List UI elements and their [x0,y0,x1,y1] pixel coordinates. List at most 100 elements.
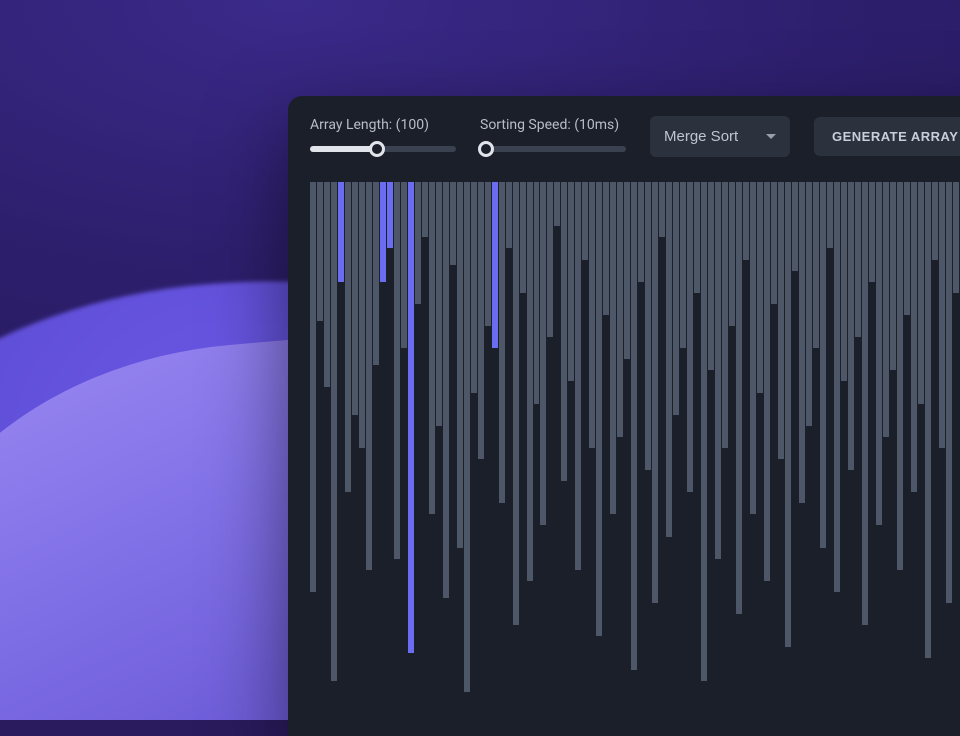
slider-thumb[interactable] [478,141,494,157]
array-bar [869,182,875,282]
array-bar [359,182,365,448]
array-bar [750,182,756,514]
algorithm-select[interactable]: Merge Sort [650,116,790,157]
array-bar [436,182,442,426]
array-bar [631,182,637,670]
array-bar [373,182,379,365]
array-bar [701,182,707,681]
array-bar [715,182,721,559]
array-bar [310,182,316,592]
array-bar [492,182,498,348]
array-length-slider[interactable] [310,141,456,157]
array-bar [422,182,428,237]
sorting-speed-label-suffix: ) [614,117,619,133]
array-bar [506,182,512,248]
array-bar [331,182,337,681]
array-bar [568,182,574,381]
array-bar [408,182,414,653]
array-bar [897,182,903,570]
array-bar [345,182,351,492]
array-bar [464,182,470,692]
array-bar [659,182,665,237]
generate-array-button[interactable]: GENERATE ARRAY [814,117,960,156]
sorting-speed-value: 10ms [579,117,614,133]
array-bar [387,182,393,248]
array-bar [380,182,386,282]
array-bar [946,182,952,603]
toolbar: Array Length: (100) Sorting Speed: (10ms… [288,96,960,171]
array-bar [771,182,777,304]
array-length-control: Array Length: (100) [310,117,456,157]
chevron-down-icon [766,134,776,139]
array-bar [890,182,896,370]
slider-thumb[interactable] [369,141,385,157]
sorting-visualizer-window: Array Length: (100) Sorting Speed: (10ms… [288,96,960,736]
array-bar [499,182,505,503]
array-bar [953,182,959,293]
array-bar [547,182,553,337]
array-bar [596,182,602,636]
array-bar [834,182,840,592]
array-bar [799,182,805,503]
array-bar [338,182,344,282]
array-bar [778,182,784,459]
array-bar [554,182,560,226]
array-bar [324,182,330,387]
array-bar [820,182,826,548]
array-bar [708,182,714,370]
array-bar [687,182,693,492]
array-bar [624,182,630,359]
array-bar [317,182,323,321]
sorting-speed-slider[interactable] [480,141,626,157]
array-bar [673,182,679,415]
array-bar [855,182,861,337]
array-bar [429,182,435,514]
array-bar [939,182,945,448]
array-bar [806,182,812,426]
array-bar [485,182,491,326]
array-bar [478,182,484,459]
array-bar [589,182,595,448]
array-bar [561,182,567,481]
array-bar [694,182,700,293]
array-bar [729,182,735,326]
array-bar [366,182,372,570]
sorting-speed-control: Sorting Speed: (10ms) [480,117,626,157]
array-bar [610,182,616,514]
array-bar [443,182,449,598]
array-bar [932,182,938,260]
array-bars-chart [310,182,960,736]
array-bar [652,182,658,603]
array-bar [918,182,924,404]
array-bar [876,182,882,525]
array-bar [450,182,456,265]
array-bar [457,182,463,548]
array-bar [757,182,763,393]
sorting-speed-label: Sorting Speed: (10ms) [480,117,626,133]
array-bar [471,182,477,393]
array-bar [792,182,798,271]
array-bar [743,182,749,260]
array-bar [841,182,847,381]
array-length-label-prefix: Array Length: ( [310,117,400,133]
array-bar [666,182,672,537]
sorting-speed-label-prefix: Sorting Speed: ( [480,117,579,133]
array-bar [883,182,889,437]
slider-fill [310,146,377,152]
algorithm-select-value: Merge Sort [664,128,738,145]
array-bar [736,182,742,614]
array-bar [911,182,917,492]
array-length-value: 100 [400,117,424,133]
array-bar [764,182,770,581]
array-bar [925,182,931,658]
array-bar [415,182,421,304]
array-bar [540,182,546,525]
array-bar [785,182,791,647]
array-bar [527,182,533,581]
array-bar [513,182,519,625]
array-bar [904,182,910,315]
array-bar [813,182,819,348]
array-bar [638,182,644,282]
array-bar [603,182,609,315]
array-bar [582,182,588,260]
